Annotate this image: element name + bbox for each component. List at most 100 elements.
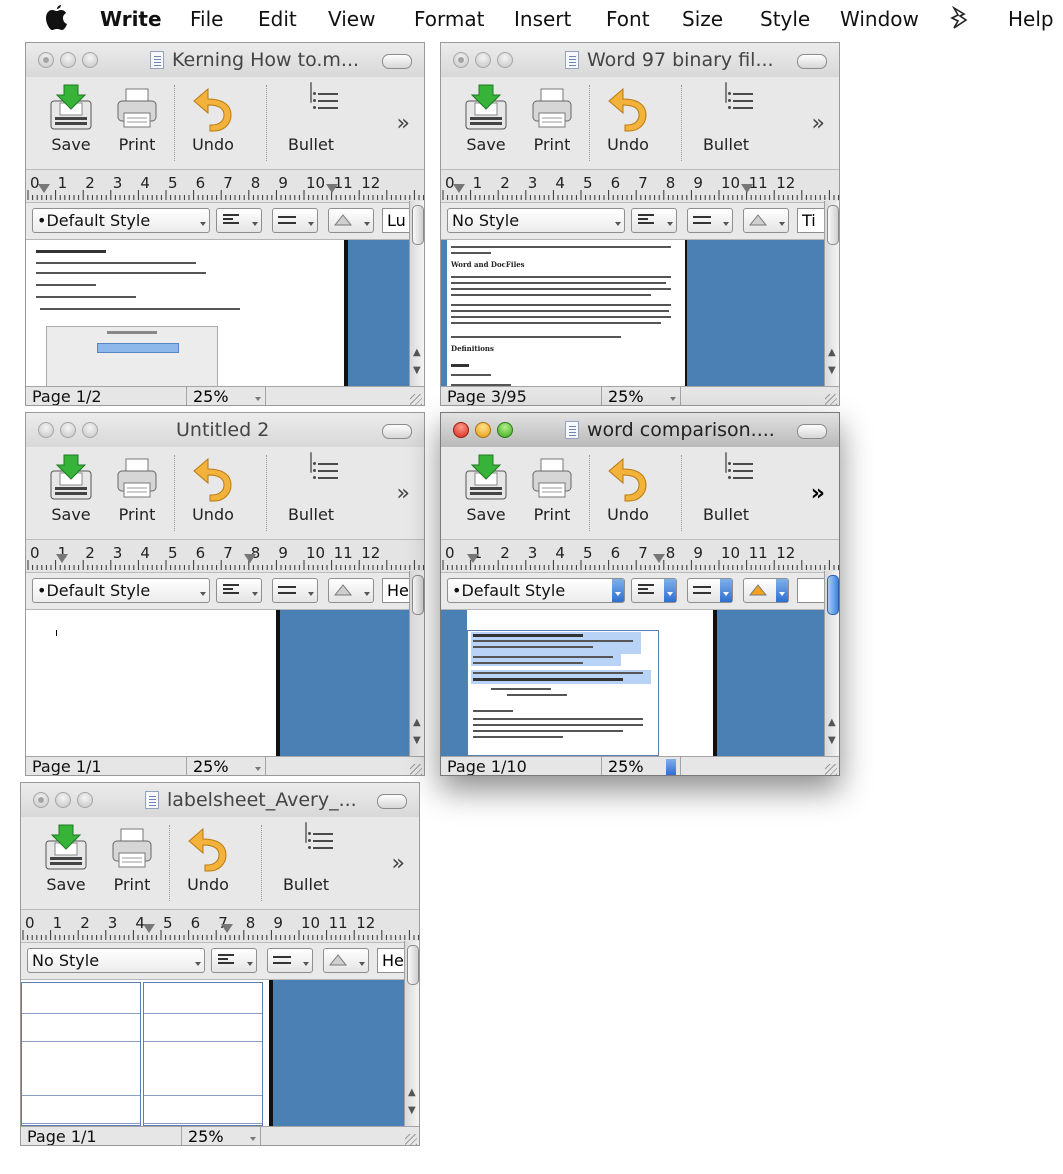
menu-file[interactable]: File bbox=[190, 7, 223, 31]
undo-button[interactable]: Undo bbox=[593, 453, 663, 524]
scroll-thumb[interactable] bbox=[827, 575, 839, 615]
toolbar-overflow-button[interactable]: » bbox=[392, 851, 405, 876]
ruler[interactable]: 0 1 2 3 4 5 6 7 8 9 10 11 12 bbox=[26, 539, 424, 573]
tab-stop-marker[interactable] bbox=[244, 554, 256, 563]
spacing-popup[interactable] bbox=[687, 208, 733, 233]
scroll-thumb[interactable] bbox=[412, 205, 424, 245]
minimize-button[interactable] bbox=[475, 52, 491, 68]
spacing-popup[interactable] bbox=[272, 578, 318, 603]
zoom-popup[interactable]: 25% bbox=[181, 1127, 261, 1145]
scroll-down-arrow[interactable]: ▼ bbox=[408, 1105, 416, 1116]
scroll-up-arrow[interactable]: ▲ bbox=[828, 717, 836, 728]
script-menu-icon[interactable] bbox=[948, 5, 970, 35]
text-color-popup[interactable] bbox=[323, 948, 369, 973]
bullet-button[interactable]: Bullet bbox=[276, 82, 346, 154]
document-view[interactable]: Word and DocFiles Definitions bbox=[441, 240, 827, 386]
left-indent-marker[interactable] bbox=[143, 924, 155, 933]
save-button[interactable]: Save bbox=[31, 823, 101, 894]
ruler[interactable]: 0 1 2 3 4 5 6 7 8 9 10 11 12 bbox=[26, 169, 424, 203]
resize-grip[interactable] bbox=[410, 394, 422, 405]
document-proxy-icon[interactable] bbox=[565, 421, 579, 439]
alignment-popup[interactable] bbox=[631, 578, 677, 603]
document-proxy-icon[interactable] bbox=[150, 51, 164, 69]
zoom-button[interactable] bbox=[82, 422, 98, 438]
close-button[interactable] bbox=[38, 422, 54, 438]
scroll-up-arrow[interactable]: ▲ bbox=[413, 717, 421, 728]
minimize-button[interactable] bbox=[475, 422, 491, 438]
paragraph-style-popup[interactable]: No Style bbox=[27, 948, 205, 973]
tab-stop-marker[interactable] bbox=[326, 184, 338, 193]
left-indent-marker[interactable] bbox=[467, 554, 479, 563]
toolbar-toggle-button[interactable] bbox=[797, 424, 827, 439]
resize-grip[interactable] bbox=[825, 394, 837, 405]
toolbar-overflow-button[interactable]: » bbox=[812, 111, 825, 136]
left-indent-marker[interactable] bbox=[56, 554, 68, 563]
undo-button[interactable]: Undo bbox=[593, 83, 663, 154]
zoom-popup[interactable]: 25% bbox=[601, 757, 681, 775]
document-proxy-icon[interactable] bbox=[145, 791, 159, 809]
menu-edit[interactable]: Edit bbox=[258, 7, 297, 31]
close-button[interactable] bbox=[453, 52, 469, 68]
scroll-thumb[interactable] bbox=[407, 945, 419, 985]
scroll-up-arrow[interactable]: ▲ bbox=[408, 1087, 416, 1098]
close-button[interactable] bbox=[453, 422, 469, 438]
text-color-popup[interactable] bbox=[743, 208, 789, 233]
print-button[interactable]: Print bbox=[517, 83, 587, 154]
print-button[interactable]: Print bbox=[102, 453, 172, 524]
menu-style[interactable]: Style bbox=[760, 7, 810, 31]
tab-stop-marker[interactable] bbox=[653, 554, 665, 563]
title-bar[interactable]: Kerning How to.m... bbox=[26, 43, 424, 77]
save-button[interactable]: Save bbox=[451, 83, 521, 154]
scroll-up-arrow[interactable]: ▲ bbox=[828, 347, 836, 358]
zoom-button[interactable] bbox=[497, 52, 513, 68]
scroll-down-arrow[interactable]: ▼ bbox=[828, 365, 836, 376]
alignment-popup[interactable] bbox=[631, 208, 677, 233]
title-bar[interactable]: Untitled 2 bbox=[26, 413, 424, 447]
ruler[interactable]: 0 1 2 3 4 5 6 7 8 9 10 11 12 bbox=[21, 909, 419, 943]
menu-help[interactable]: Help bbox=[1008, 7, 1054, 31]
alignment-popup[interactable] bbox=[216, 208, 262, 233]
scroll-down-arrow[interactable]: ▼ bbox=[828, 735, 836, 746]
toolbar-toggle-button[interactable] bbox=[797, 54, 827, 69]
menu-format[interactable]: Format bbox=[414, 7, 484, 31]
bullet-button[interactable]: Bullet bbox=[691, 452, 761, 524]
text-color-popup[interactable] bbox=[328, 208, 374, 233]
resize-grip[interactable] bbox=[825, 764, 837, 775]
document-page[interactable] bbox=[26, 240, 344, 386]
menu-window[interactable]: Window bbox=[840, 7, 919, 31]
paragraph-style-popup[interactable]: •Default Style bbox=[32, 208, 210, 233]
document-view[interactable] bbox=[26, 240, 412, 386]
document-view[interactable] bbox=[26, 610, 412, 756]
toolbar-overflow-button[interactable]: » bbox=[397, 111, 410, 136]
scroll-thumb[interactable] bbox=[412, 575, 424, 615]
toolbar-overflow-button[interactable]: » bbox=[811, 481, 825, 506]
title-bar[interactable]: Word 97 binary fil... bbox=[441, 43, 839, 77]
resize-grip[interactable] bbox=[410, 764, 422, 775]
ruler[interactable]: 0 1 2 3 4 5 6 7 8 9 10 11 12 bbox=[441, 539, 839, 573]
alignment-popup[interactable] bbox=[211, 948, 257, 973]
minimize-button[interactable] bbox=[55, 792, 71, 808]
close-button[interactable] bbox=[38, 52, 54, 68]
bullet-button[interactable]: Bullet bbox=[691, 82, 761, 154]
scroll-down-arrow[interactable]: ▼ bbox=[413, 735, 421, 746]
document-page[interactable]: Word and DocFiles Definitions bbox=[447, 240, 685, 386]
document-view[interactable] bbox=[441, 610, 827, 756]
zoom-button[interactable] bbox=[82, 52, 98, 68]
spacing-popup[interactable] bbox=[267, 948, 313, 973]
menu-write[interactable]: Write bbox=[100, 7, 162, 31]
vertical-scrollbar[interactable]: ▲ ▼ bbox=[404, 941, 419, 1126]
toolbar-toggle-button[interactable] bbox=[382, 54, 412, 69]
close-button[interactable] bbox=[33, 792, 49, 808]
document-page[interactable] bbox=[21, 980, 269, 1126]
alignment-popup[interactable] bbox=[216, 578, 262, 603]
save-button[interactable]: Save bbox=[451, 453, 521, 524]
toolbar-toggle-button[interactable] bbox=[377, 794, 407, 809]
document-page[interactable] bbox=[467, 610, 713, 756]
left-indent-marker[interactable] bbox=[38, 184, 50, 193]
menu-font[interactable]: Font bbox=[606, 7, 650, 31]
spacing-popup[interactable] bbox=[272, 208, 318, 233]
menu-insert[interactable]: Insert bbox=[514, 7, 571, 31]
bullet-button[interactable]: Bullet bbox=[271, 822, 341, 894]
zoom-popup[interactable]: 25% bbox=[601, 387, 681, 405]
vertical-scrollbar[interactable]: ▲ ▼ bbox=[409, 571, 424, 756]
